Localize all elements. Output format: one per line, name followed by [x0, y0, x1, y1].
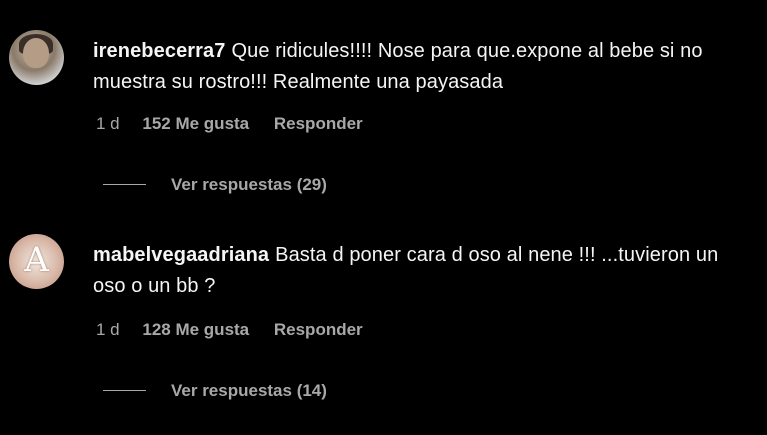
comment-time: 1 d: [96, 320, 120, 339]
comment-time: 1 d: [96, 114, 120, 133]
comment-username[interactable]: irenebecerra7: [93, 40, 226, 62]
view-replies-button[interactable]: Ver respuestas (29): [103, 175, 327, 195]
view-replies-button[interactable]: Ver respuestas (14): [103, 381, 327, 401]
comment-meta: 1 d 152 Me gusta Responder: [96, 114, 363, 134]
likes-count[interactable]: 128 Me gusta: [142, 320, 249, 340]
view-replies-label: Ver respuestas (14): [171, 381, 327, 400]
reply-button[interactable]: Responder: [274, 320, 363, 340]
comment-username[interactable]: mabelvegaadriana: [93, 244, 269, 266]
comment-body: irenebecerra7 Que ridicules!!!! Nose para…: [93, 36, 753, 98]
avatar-face: [23, 38, 49, 68]
avatar[interactable]: A: [9, 234, 64, 289]
likes-count[interactable]: 152 Me gusta: [142, 114, 249, 134]
replies-divider-line: [103, 390, 146, 392]
replies-divider-line: [103, 184, 146, 186]
avatar-letter-icon: A: [24, 240, 49, 280]
avatar[interactable]: [9, 30, 64, 85]
reply-button[interactable]: Responder: [274, 114, 363, 134]
comment-meta: 1 d 128 Me gusta Responder: [96, 320, 363, 340]
view-replies-label: Ver respuestas (29): [171, 175, 327, 194]
comment-body: mabelvegaadriana Basta d poner cara d oso…: [93, 240, 753, 302]
